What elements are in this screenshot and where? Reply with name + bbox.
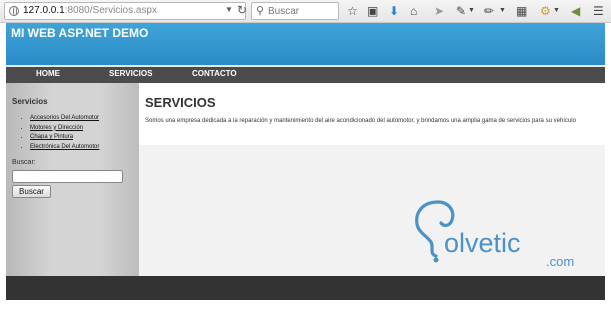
- url-text[interactable]: 127.0.0.1:8080/Servicios.aspx: [23, 5, 157, 16]
- pen-dropdown-icon[interactable]: ▼: [468, 3, 475, 19]
- site-footer: [6, 276, 605, 300]
- download-icon[interactable]: ⬇: [389, 3, 399, 19]
- sidebar: Servicios Accesorios Del Automotor Motor…: [6, 83, 139, 276]
- url-path: :8080/Servicios.aspx: [64, 5, 157, 16]
- list-item: Motores y Dirección: [30, 124, 99, 134]
- service-link-motores[interactable]: Motores y Dirección: [30, 125, 83, 131]
- list-item: Electrónica Del Automotor: [30, 143, 99, 153]
- eyedropper-icon[interactable]: ✏: [484, 3, 494, 19]
- address-bar[interactable]: 127.0.0.1:8080/Servicios.aspx ▼ ↻: [4, 2, 247, 20]
- list-item: Chapa y Pintura: [30, 133, 99, 143]
- service-link-electronica[interactable]: Electrónica Del Automotor: [30, 144, 99, 150]
- send-icon[interactable]: ➤: [434, 3, 444, 19]
- screenshot-icon[interactable]: ▦: [516, 3, 527, 19]
- settings-dropdown-icon[interactable]: ▼: [553, 3, 560, 19]
- settings-gear-icon[interactable]: ⚙: [540, 3, 551, 19]
- nav-home[interactable]: HOME: [36, 69, 60, 78]
- main-content: SERVICIOS Somos una empresa dedicada a l…: [139, 83, 605, 145]
- browser-toolbar: 127.0.0.1:8080/Servicios.aspx ▼ ↻ ⚲ ☆ ▣ …: [0, 0, 611, 23]
- eyedropper-dropdown-icon[interactable]: ▼: [499, 3, 506, 19]
- site-search-input[interactable]: [12, 170, 123, 183]
- url-dropdown-icon[interactable]: ▼: [225, 5, 233, 14]
- search-button[interactable]: Buscar: [12, 185, 51, 198]
- home-icon[interactable]: ⌂: [410, 3, 417, 19]
- main-nav: HOME SERVICIOS CONTACTO: [6, 67, 605, 83]
- service-list: Accesorios Del Automotor Motores y Direc…: [30, 114, 99, 152]
- service-link-chapa[interactable]: Chapa y Pintura: [30, 134, 73, 140]
- browser-search-input[interactable]: [268, 4, 336, 18]
- watermark-suffix: .com: [546, 254, 575, 269]
- bookmark-star-icon[interactable]: ☆: [347, 3, 358, 19]
- browser-search-bar[interactable]: ⚲: [251, 2, 339, 20]
- site-title: MI WEB ASP.NET DEMO: [11, 26, 149, 40]
- service-link-accesorios[interactable]: Accesorios Del Automotor: [30, 115, 99, 121]
- menu-icon[interactable]: ☰: [593, 3, 604, 19]
- list-item: Accesorios Del Automotor: [30, 114, 99, 124]
- globe-icon: [9, 6, 19, 16]
- watermark-text: olvetic: [444, 228, 521, 258]
- sidebar-title: Servicios: [12, 97, 48, 106]
- nav-servicios[interactable]: SERVICIOS: [109, 69, 152, 78]
- page-title: SERVICIOS: [145, 95, 216, 110]
- pen-tool-icon[interactable]: ✎: [456, 3, 466, 19]
- reading-list-icon[interactable]: ▣: [367, 3, 378, 19]
- search-label: Buscar:: [12, 159, 36, 166]
- nav-contacto[interactable]: CONTACTO: [192, 69, 237, 78]
- addon-icon[interactable]: ◀: [571, 3, 580, 19]
- content-paragraph: Somos una empresa dedicada a la reparaci…: [145, 118, 576, 124]
- reload-icon[interactable]: ↻: [237, 3, 247, 17]
- site-header: MI WEB ASP.NET DEMO: [6, 23, 605, 65]
- url-host: 127.0.0.1: [23, 5, 65, 16]
- search-icon: ⚲: [256, 5, 265, 17]
